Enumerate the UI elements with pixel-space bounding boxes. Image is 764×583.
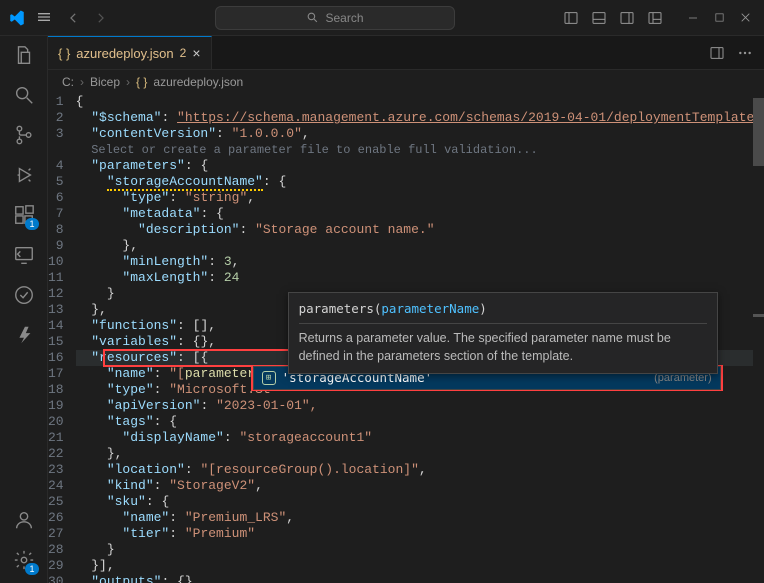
suggest-kind-icon: ⊞ [262,371,276,385]
line-number: 23 [48,462,64,478]
nav-back-button[interactable] [62,7,84,29]
breadcrumbs[interactable]: C: › Bicep › { } azuredeploy.json [48,70,764,94]
remote-explorer-icon[interactable] [11,242,37,268]
settings-gear-icon[interactable]: 1 [11,547,37,573]
line-number: 16 [48,350,64,366]
line-number: 9 [48,238,64,254]
nav-forward-button[interactable] [90,7,112,29]
tab-azuredeploy[interactable]: { } azuredeploy.json 2 × [48,36,212,69]
json-file-icon: { } [136,75,147,89]
line-number: 10 [48,254,64,270]
line-number: 13 [48,302,64,318]
vscode-logo-icon [8,9,26,27]
line-number: 25 [48,494,64,510]
line-number: 21 [48,430,64,446]
breadcrumb-seg2[interactable]: Bicep [90,75,120,89]
json-file-icon: { } [58,46,70,61]
line-number: 5 [48,174,64,190]
azure-icon[interactable] [11,322,37,348]
window-close-button[interactable] [734,7,756,29]
line-number: 24 [48,478,64,494]
line-number-gutter: 1234567891011121314151617181920212223242… [48,94,76,583]
codelens-hint[interactable]: Select or create a parameter file to ena… [91,143,537,157]
line-number: 11 [48,270,64,286]
title-bar: Search [0,0,764,36]
line-number: 19 [48,398,64,414]
activity-bar: 1 1 [0,36,48,583]
line-number: 3 [48,126,64,142]
tab-close-button[interactable]: × [192,45,200,61]
line-number: 6 [48,190,64,206]
signature-help-tooltip: parameters(parameterName) Returns a para… [288,292,718,374]
tab-problem-count: 2 [180,46,187,60]
scrollbar-thumb[interactable] [753,98,764,166]
line-number: 15 [48,334,64,350]
line-number: 22 [48,446,64,462]
code-lines[interactable]: { "$schema": "https://schema.management.… [76,94,764,583]
search-icon[interactable] [11,82,37,108]
line-number: 18 [48,382,64,398]
run-debug-icon[interactable] [11,162,37,188]
line-number: 29 [48,558,64,574]
editor-area: { } azuredeploy.json 2 × C: › Bicep › { … [48,36,764,583]
testing-icon[interactable] [11,282,37,308]
line-number: 4 [48,158,64,174]
layout-panel-bottom-icon[interactable] [588,7,610,29]
line-number: 27 [48,526,64,542]
line-number: 26 [48,510,64,526]
source-control-icon[interactable] [11,122,37,148]
command-center-search[interactable]: Search [215,6,455,30]
line-number: 20 [48,414,64,430]
extensions-icon[interactable]: 1 [11,202,37,228]
extensions-badge: 1 [25,218,38,230]
line-number: 14 [48,318,64,334]
explorer-icon[interactable] [11,42,37,68]
line-number: 30 [48,574,64,583]
line-number: 17 [48,366,64,382]
line-number: 2 [48,110,64,126]
layout-sidebar-left-icon[interactable] [560,7,582,29]
split-editor-icon[interactable] [708,44,726,62]
accounts-icon[interactable] [11,507,37,533]
window-maximize-button[interactable] [708,7,730,29]
layout-customize-icon[interactable] [644,7,666,29]
line-number: 1 [48,94,64,110]
tab-bar: { } azuredeploy.json 2 × [48,36,764,70]
more-actions-icon[interactable] [736,44,754,62]
line-number: 8 [48,222,64,238]
vertical-scrollbar[interactable] [753,94,764,583]
line-number: 12 [48,286,64,302]
line-number: 7 [48,206,64,222]
search-placeholder: Search [325,11,363,25]
breadcrumb-seg3[interactable]: azuredeploy.json [153,75,243,89]
line-number: 28 [48,542,64,558]
code-editor[interactable]: 1234567891011121314151617181920212223242… [48,94,764,583]
settings-badge: 1 [25,563,38,575]
line-number [48,142,64,158]
tab-filename: azuredeploy.json [76,46,173,61]
breadcrumb-seg1[interactable]: C: [62,75,74,89]
window-minimize-button[interactable] [682,7,704,29]
hamburger-menu-icon[interactable] [36,9,54,27]
layout-sidebar-right-icon[interactable] [616,7,638,29]
